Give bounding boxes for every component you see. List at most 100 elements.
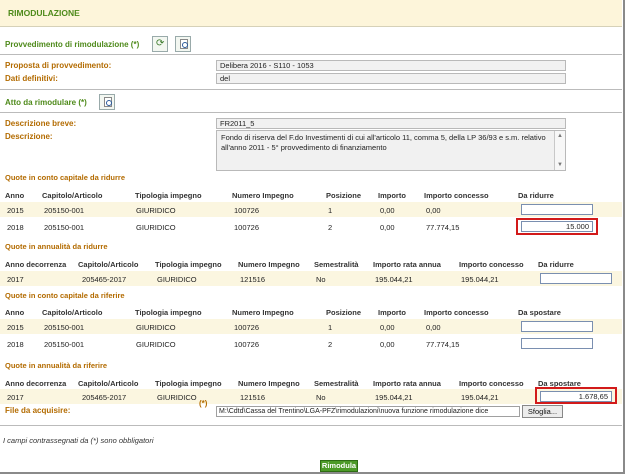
da-ridurre-input[interactable] [521, 204, 593, 215]
rimodula-button[interactable]: Rimodula [320, 460, 358, 472]
cell-capitolo: 205150-001 [44, 340, 85, 349]
cell-rata: 195.044,21 [375, 393, 413, 402]
atto-section-header: Atto da rimodulare (*) [0, 92, 622, 113]
col-header: Da spostare [518, 308, 561, 317]
table-row: 2017 205465-2017 GIURIDICO 121516 No 195… [0, 271, 622, 286]
refresh-button[interactable]: ⟳ [152, 36, 168, 52]
col-header: Semestralità [314, 379, 359, 388]
capitale-ridurre-title: Quote in conto capitale da ridurre [5, 173, 126, 182]
da-ridurre-input[interactable] [540, 273, 612, 284]
cell-rata: 195.044,21 [375, 275, 413, 284]
scroll-up-icon[interactable]: ▲ [557, 131, 563, 141]
cell-tipologia: GIURIDICO [157, 275, 197, 284]
cell-semestralita: No [316, 275, 326, 284]
cell-importo: 0,00 [380, 323, 395, 332]
table-row: 2018 205150-001 GIURIDICO 100726 2 0,00 … [0, 336, 622, 351]
cell-numero: 100726 [234, 340, 260, 349]
col-header: Anno decorrenza [5, 379, 67, 388]
col-header: Tipologia impegno [135, 191, 202, 200]
file-label: File da acquisire: [5, 406, 71, 415]
browse-button[interactable]: Sfoglia... [522, 405, 563, 418]
cell-numero: 100726 [234, 223, 260, 232]
da-spostare-input[interactable] [521, 338, 593, 349]
cell-posizione: 2 [328, 340, 333, 349]
col-header: Numero Impegno [238, 260, 300, 269]
search-icon [182, 42, 188, 48]
rimodulazione-page: RIMODULAZIONE Provvedimento di rimodulaz… [0, 0, 625, 474]
file-path-input[interactable]: M:\Cdtd\Cassa del Trentino\LGA-PFZ\rimod… [216, 406, 520, 417]
provvedimento-section-header: Provvedimento di rimodulazione (*) ⟳ [0, 34, 622, 55]
cell-tipologia: GIURIDICO [136, 323, 176, 332]
annualita-ridurre-title: Quote in annualità da ridurre [5, 242, 108, 251]
col-header: Tipologia impegno [155, 379, 222, 388]
cell-capitolo: 205150-001 [44, 223, 85, 232]
cell-numero: 121516 [240, 275, 266, 284]
cell-tipologia: GIURIDICO [136, 223, 176, 232]
cell-importo: 0,00 [380, 340, 395, 349]
cell-posizione: 1 [328, 206, 333, 215]
cell-posizione: 2 [328, 223, 333, 232]
cell-tipologia: GIURIDICO [136, 206, 176, 215]
proposta-label: Proposta di provvedimento: [5, 61, 112, 70]
col-header: Da ridurre [518, 191, 554, 200]
table-row: 2015 205150-001 GIURIDICO 100726 1 0,00 … [0, 319, 622, 334]
col-header: Capitolo/Articolo [78, 260, 139, 269]
cell-anno: 2018 [7, 340, 24, 349]
col-header: Importo rata annua [373, 260, 441, 269]
col-header: Semestralità [314, 260, 359, 269]
cell-concesso: 0,00 [426, 206, 441, 215]
descrizione-label: Descrizione: [5, 132, 53, 141]
col-header: Importo [378, 191, 406, 200]
cell-capitolo: 205150-001 [44, 206, 85, 215]
cell-anno: 2017 [7, 393, 24, 402]
col-header: Tipologia impegno [155, 260, 222, 269]
cell-tipologia: GIURIDICO [157, 393, 197, 402]
search-icon [106, 100, 112, 106]
descrizione-breve-field: FR2011_5 [216, 118, 566, 129]
cell-posizione: 1 [328, 323, 333, 332]
col-header: Capitolo/Articolo [42, 191, 103, 200]
col-header: Importo concesso [424, 191, 489, 200]
cell-anno: 2017 [7, 275, 24, 284]
cell-concesso: 195.044,21 [461, 275, 499, 284]
col-header: Numero Impegno [232, 191, 294, 200]
scroll-down-icon[interactable]: ▼ [557, 160, 563, 170]
search-provvedimento-button[interactable] [175, 36, 191, 52]
refresh-icon: ⟳ [156, 38, 165, 49]
cell-capitolo: 205465-2017 [82, 393, 127, 402]
cell-capitolo: 205150-001 [44, 323, 85, 332]
divider [0, 89, 622, 90]
divider [0, 425, 622, 426]
descrizione-scrollbar[interactable]: ▲ ▼ [554, 131, 565, 170]
descrizione-text: Fondo di riserva del F.do Investimenti d… [221, 133, 546, 152]
col-header: Anno [5, 191, 25, 200]
cell-concesso: 77.774,15 [426, 223, 460, 232]
cell-anno: 2018 [7, 223, 24, 232]
col-header: Anno decorrenza [5, 260, 67, 269]
title-bar: RIMODULAZIONE [0, 0, 622, 27]
highlight-box [535, 387, 617, 404]
cell-importo: 0,00 [380, 206, 395, 215]
required-note: I campi contrassegnati da (*) sono obbli… [3, 436, 154, 445]
cell-concesso: 195.044,21 [461, 393, 499, 402]
cell-numero: 121516 [240, 393, 266, 402]
cell-numero: 100726 [234, 206, 260, 215]
cell-capitolo: 205465-2017 [82, 275, 127, 284]
col-header: Importo [378, 308, 406, 317]
descrizione-textarea[interactable]: Fondo di riserva del F.do Investimenti d… [216, 130, 566, 171]
da-spostare-input[interactable] [521, 321, 593, 332]
table-row: 2017 205465-2017 GIURIDICO 121516 No 195… [0, 389, 622, 404]
provvedimento-heading: Provvedimento di rimodulazione (*) [5, 40, 140, 49]
capitale-riferire-title: Quote in conto capitale da riferire [5, 291, 125, 300]
col-header: Importo concesso [459, 379, 524, 388]
col-header: Posizione [326, 191, 362, 200]
search-atto-button[interactable] [99, 94, 115, 110]
highlight-box [516, 218, 598, 235]
cell-anno: 2015 [7, 206, 24, 215]
col-header: Da ridurre [538, 260, 574, 269]
page-title: RIMODULAZIONE [8, 8, 80, 18]
col-header: Importo concesso [424, 308, 489, 317]
cell-concesso: 77.774,15 [426, 340, 460, 349]
descrizione-breve-label: Descrizione breve: [5, 119, 77, 128]
col-header: Capitolo/Articolo [42, 308, 103, 317]
